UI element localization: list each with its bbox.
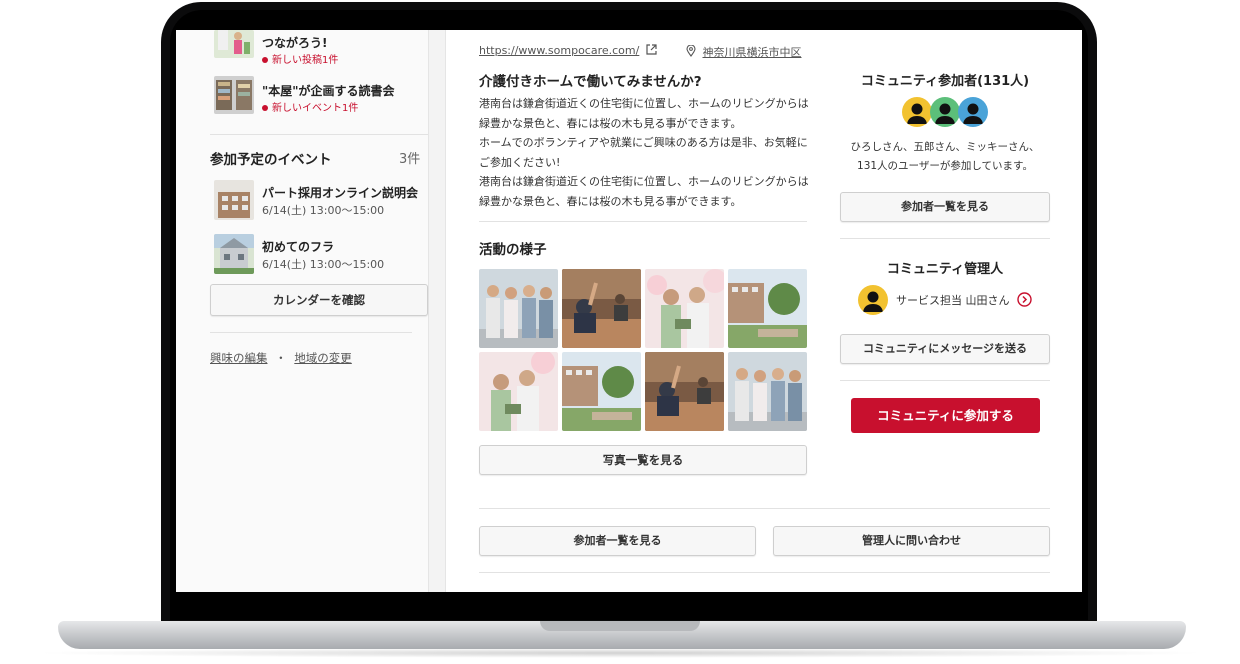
group-note-1: 新しい投稿1件: [262, 51, 338, 66]
change-region-link[interactable]: 地域の変更: [294, 351, 352, 365]
laptop-shadow: [30, 648, 1210, 658]
edit-interests-link[interactable]: 興味の編集: [210, 351, 268, 365]
sidebar: つながろう! 新しい投稿1件 "本屋"が企画する読書会 新しいイベント1件 参加…: [176, 30, 429, 592]
event-title-1[interactable]: パート採用オンライン説明会: [262, 184, 418, 201]
activity-photo[interactable]: [728, 269, 807, 348]
members-summary-2: 131人のユーザーが参加しています。: [857, 160, 1033, 172]
event-thumbnail-1[interactable]: [214, 180, 254, 220]
laptop-notch: [540, 621, 700, 631]
send-message-button[interactable]: コミュニティにメッセージを送る: [840, 334, 1050, 364]
admin-avatar[interactable]: [858, 285, 888, 315]
new-dot-icon: [262, 105, 268, 111]
event-date-1: 6/14(土) 13:00〜15:00: [262, 204, 385, 217]
activity-photo[interactable]: [562, 352, 641, 431]
join-community-button[interactable]: コミュニティに参加する: [851, 398, 1040, 433]
events-count: 3件: [399, 152, 421, 167]
body-line: 港南台は鎌倉街道近くの住宅街に位置し、ホームのリビングからは: [479, 175, 809, 188]
group-title-2[interactable]: "本屋"が企画する読書会: [262, 82, 395, 99]
event-title-2[interactable]: 初めてのフラ: [262, 238, 334, 255]
column-gutter: [429, 30, 446, 592]
body-line: 緑豊かな景色と、春には桜の木も見る事ができます。: [479, 194, 742, 208]
location-pin-icon: [686, 44, 696, 57]
laptop-screen: つながろう! 新しい投稿1件 "本屋"が企画する読書会 新しいイベント1件 参加…: [176, 30, 1082, 592]
admin-heading: コミュニティ管理人: [886, 262, 1004, 277]
footer-links: 興味の編集 ・ 地域の変更: [210, 350, 352, 366]
members-heading: コミュニティ参加者(131人): [860, 74, 1030, 89]
chevron-right-icon[interactable]: [1017, 292, 1032, 307]
body-line: ご参加ください!: [479, 155, 561, 169]
website-link[interactable]: https://www.sompocare.com/: [479, 44, 639, 57]
group-note-2: 新しいイベント1件: [262, 99, 358, 114]
new-dot-icon: [262, 57, 268, 63]
group-note-text-1: 新しい投稿1件: [272, 55, 339, 66]
bottom-members-button[interactable]: 参加者一覧を見る: [479, 526, 756, 556]
group-thumbnail-2[interactable]: [214, 76, 254, 114]
member-avatar-2[interactable]: [930, 97, 960, 127]
external-link-icon: [646, 44, 657, 55]
members-summary-1: ひろしさん、五郎さん、ミッキーさん、: [850, 141, 1040, 153]
divider: [210, 134, 428, 135]
event-thumbnail-2[interactable]: [214, 234, 254, 274]
member-avatar-1[interactable]: [902, 97, 932, 127]
activity-photo[interactable]: [728, 352, 807, 431]
group-note-text-2: 新しいイベント1件: [272, 103, 359, 114]
activity-heading: 活動の様子: [479, 242, 547, 258]
location-row: 神奈川県横浜市中区: [686, 44, 802, 60]
event-date-2: 6/14(土) 13:00〜15:00: [262, 258, 385, 271]
location-link[interactable]: 神奈川県横浜市中区: [703, 46, 802, 59]
members-list-button[interactable]: 参加者一覧を見る: [840, 192, 1050, 222]
group-thumbnail-1[interactable]: [214, 30, 254, 58]
view-photos-button[interactable]: 写真一覧を見る: [479, 445, 807, 475]
activity-photo[interactable]: [645, 352, 724, 431]
member-avatar-3[interactable]: [958, 97, 988, 127]
calendar-button[interactable]: カレンダーを確認: [210, 284, 428, 316]
body-line: 港南台は鎌倉街道近くの住宅街に位置し、ホームのリビングからは: [479, 97, 809, 110]
admin-name[interactable]: サービス担当 山田さん: [896, 292, 1010, 308]
divider: [479, 221, 807, 222]
contact-admin-button[interactable]: 管理人に問い合わせ: [773, 526, 1050, 556]
divider: [479, 572, 1050, 573]
activity-photo[interactable]: [479, 269, 558, 348]
body-line: 緑豊かな景色と、春には桜の木も見る事ができます。: [479, 116, 742, 130]
activity-photo[interactable]: [479, 352, 558, 431]
website-link-row: https://www.sompocare.com/: [479, 44, 657, 57]
post-headline: 介護付きホームで働いてみませんか?: [479, 74, 702, 90]
divider: [840, 238, 1050, 239]
divider: [479, 508, 1050, 509]
activity-photo[interactable]: [562, 269, 641, 348]
link-separator: ・: [275, 351, 287, 365]
post-body: 港南台は鎌倉街道近くの住宅街に位置し、ホームのリビングからは 緑豊かな景色と、春…: [479, 94, 809, 211]
divider: [840, 380, 1050, 381]
divider: [210, 332, 412, 333]
events-heading: 参加予定のイベント: [210, 152, 332, 168]
main-content: https://www.sompocare.com/ 神奈川県横浜市中区 介護付…: [446, 30, 1082, 592]
body-line: ホームでのボランティアや就業にご興味のある方は是非、お気軽に: [479, 136, 808, 149]
group-title-1[interactable]: つながろう!: [262, 34, 327, 51]
activity-photo[interactable]: [645, 269, 724, 348]
